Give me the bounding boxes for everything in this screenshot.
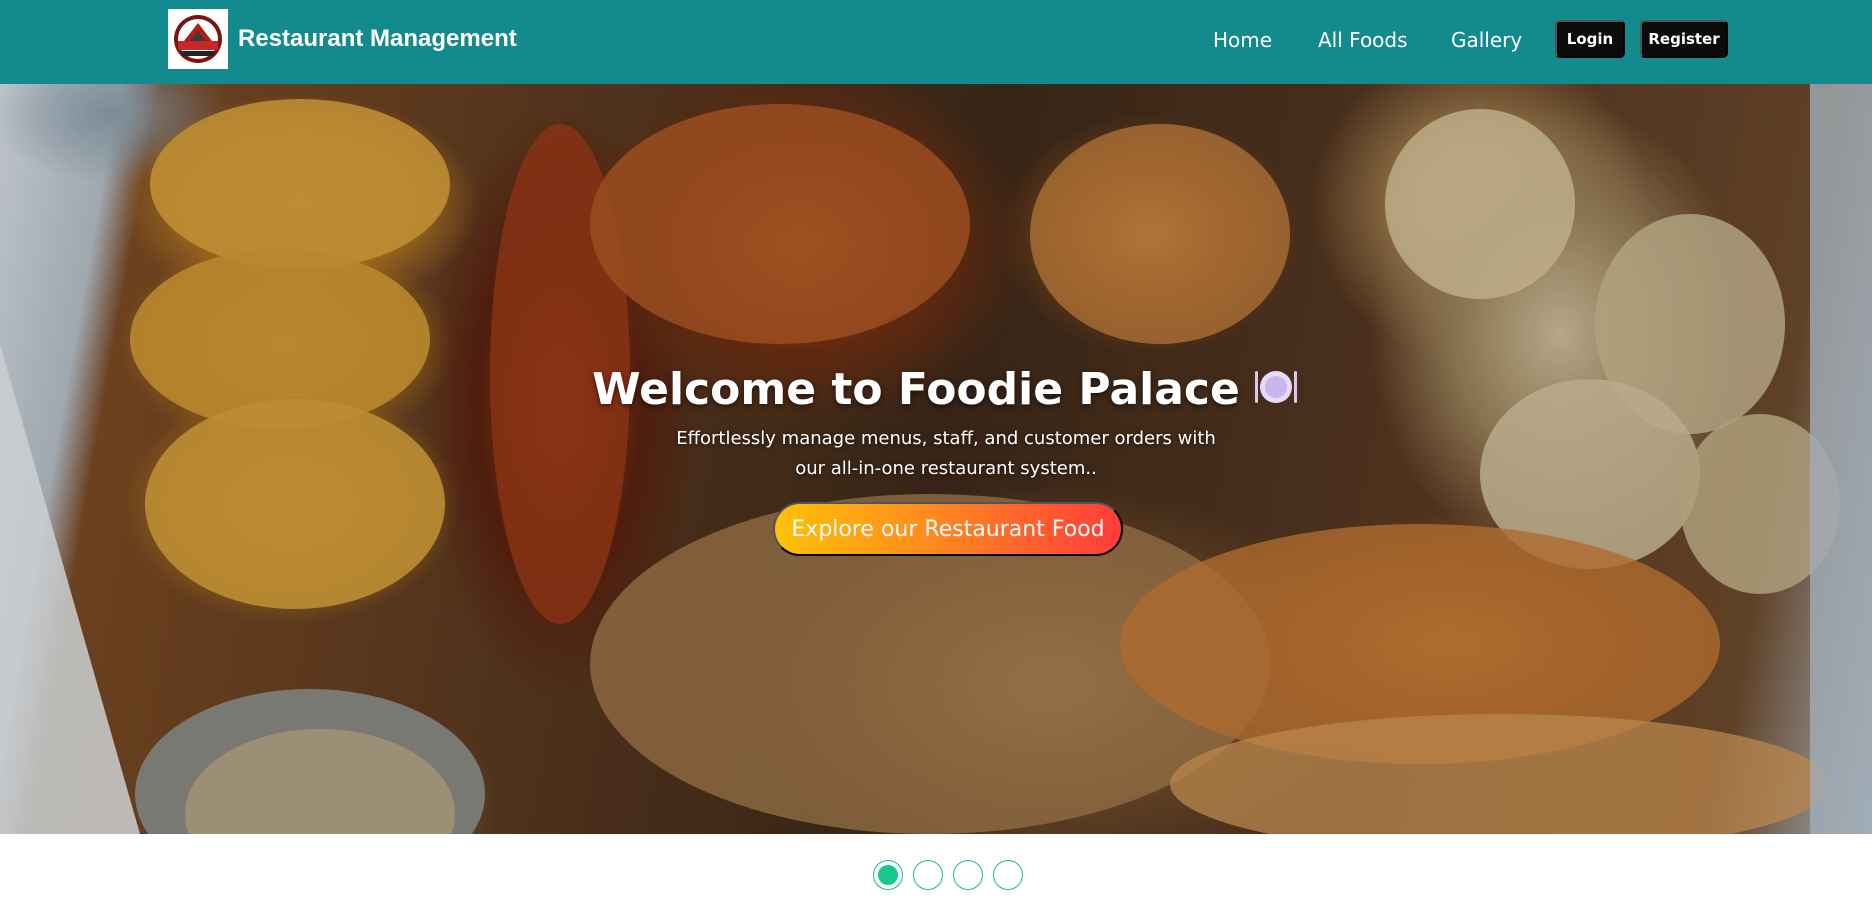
hero-banner: Welcome to Foodie Palace Effortlessly ma… (0, 84, 1872, 834)
nav-gallery-link[interactable]: Gallery (1451, 28, 1522, 52)
plate-icon (1254, 367, 1298, 418)
hero-content: Welcome to Foodie Palace Effortlessly ma… (0, 84, 1872, 834)
navbar: Restaurant Management Home All Foods Gal… (0, 0, 1872, 84)
explore-food-button[interactable]: Explore our Restaurant Food (773, 502, 1123, 556)
carousel-dot-1[interactable] (873, 860, 903, 890)
active-dot-indicator (878, 865, 898, 885)
hero-subtitle: Effortlessly manage menus, staff, and cu… (676, 428, 1216, 479)
brand-name: Restaurant Management (238, 25, 517, 52)
carousel-dot-3[interactable] (953, 860, 983, 890)
nav-all-foods-link[interactable]: All Foods (1318, 28, 1408, 52)
carousel-dot-4[interactable] (993, 860, 1023, 890)
carousel-pagination (873, 860, 1033, 890)
nav-home-link[interactable]: Home (1213, 28, 1272, 52)
register-button[interactable]: Register (1640, 20, 1728, 58)
restaurant-logo-icon[interactable] (168, 9, 228, 69)
carousel-dot-2[interactable] (913, 860, 943, 890)
brand[interactable]: Restaurant Management (168, 9, 517, 69)
hero-title: Welcome to Foodie Palace (0, 364, 1872, 418)
hero-title-text: Welcome to Foodie Palace (592, 364, 1240, 415)
login-button[interactable]: Login (1555, 20, 1625, 58)
